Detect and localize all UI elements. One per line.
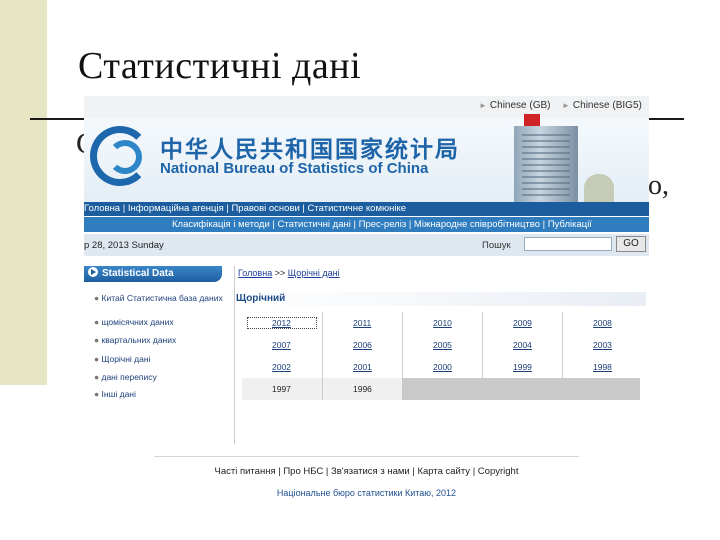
year-link[interactable]: 1997 [242, 378, 322, 400]
empty-cells [402, 378, 640, 400]
year-link[interactable]: 2001 [322, 356, 402, 378]
sidebar-item-database[interactable]: ● Китай Статистична база даних [94, 294, 224, 303]
go-button[interactable]: GO [616, 236, 646, 252]
flag-icon [524, 114, 540, 126]
slide-title: Статистичні дані [78, 45, 362, 87]
triangle-icon: ► [562, 101, 570, 110]
slide-left-bar [0, 0, 47, 385]
sidebar-heading: Statistical Data [84, 266, 222, 282]
breadcrumb-separator: >> [274, 268, 286, 278]
building-photo [514, 126, 578, 202]
table-row: 2012 2011 2010 2009 2008 [242, 312, 640, 334]
table-row: 1997 1996 [242, 378, 640, 400]
site-name-english: National Bureau of Statistics of China [160, 160, 429, 177]
sidebar-item-census[interactable]: ● дані перепису [94, 373, 224, 382]
year-link[interactable]: 2012 [242, 312, 322, 334]
triangle-icon: ► [479, 101, 487, 110]
sidebar-item-annual[interactable]: ● Щорічні дані [94, 355, 224, 364]
section-title: Щорічний [236, 292, 646, 306]
arrow-right-icon [88, 267, 98, 277]
primary-nav-links[interactable]: Головна | Інформаційна агенція | Правові… [84, 203, 406, 214]
website-screenshot: ► Chinese (GB) ► Chinese (BIG5) 中华人民共和国国家统… [84, 96, 649, 524]
site-banner: 中华人民共和国国家统计局 National Bureau of Statisti… [84, 114, 649, 202]
language-bar: ► Chinese (GB) ► Chinese (BIG5) [84, 96, 649, 118]
primary-nav[interactable]: Головна | Інформаційна агенція | Правові… [84, 202, 649, 216]
sidebar-item-quarterly[interactable]: ● квартальних даних [94, 336, 224, 345]
search-label: Пошук [482, 240, 511, 251]
footer-links[interactable]: Часті питання | Про НБС | Зв'язатися з н… [84, 466, 649, 477]
lang-big5-link[interactable]: ► Chinese (BIG5) [562, 100, 642, 111]
site-name-chinese: 中华人民共和国国家统计局 [160, 136, 460, 162]
year-link[interactable]: 1999 [482, 356, 562, 378]
table-row: 2002 2001 2000 1999 1998 [242, 356, 640, 378]
year-link[interactable]: 2006 [322, 334, 402, 356]
year-link[interactable]: 2005 [402, 334, 482, 356]
year-link[interactable]: 2003 [562, 334, 642, 356]
table-row: 2007 2006 2005 2004 2003 [242, 334, 640, 356]
year-link[interactable]: 2010 [402, 312, 482, 334]
secondary-nav-links[interactable]: Класифікація і методи | Статистичні дані… [172, 217, 592, 232]
sidebar: Statistical Data ● Китай Статистична баз… [84, 266, 234, 436]
year-link[interactable]: 2000 [402, 356, 482, 378]
footer-divider [154, 456, 579, 457]
footer-copyright: Національне бюро статистики Китаю, 2012 [276, 488, 457, 498]
sidebar-item-monthly[interactable]: ● щомісячних даних [94, 318, 224, 327]
breadcrumb-current[interactable]: Щорічні дані [288, 268, 340, 278]
year-link[interactable]: 1996 [322, 378, 402, 400]
nbs-logo-inner [108, 140, 142, 174]
year-link[interactable]: 2011 [322, 312, 402, 334]
breadcrumb: Головна >> Щорічні дані [238, 268, 340, 278]
secondary-nav[interactable]: Класифікація і методи | Статистичні дані… [84, 217, 649, 232]
year-link[interactable]: 2007 [242, 334, 322, 356]
content-divider [234, 266, 235, 444]
dome-photo [584, 174, 614, 202]
sidebar-item-other[interactable]: ● Інші дані [94, 390, 224, 399]
year-link[interactable]: 1998 [562, 356, 642, 378]
year-link[interactable]: 2009 [482, 312, 562, 334]
year-link[interactable]: 2002 [242, 356, 322, 378]
year-link[interactable]: 2004 [482, 334, 562, 356]
year-link[interactable]: 2008 [562, 312, 642, 334]
breadcrumb-home[interactable]: Головна [238, 268, 272, 278]
search-input[interactable] [524, 237, 612, 251]
date-search-bar: р 28, 2013 Sunday Пошук GO [84, 234, 649, 256]
current-date: р 28, 2013 Sunday [84, 240, 164, 251]
lang-gb-link[interactable]: ► Chinese (GB) [479, 100, 551, 111]
slide-text-fragment-right: о, [648, 170, 669, 201]
